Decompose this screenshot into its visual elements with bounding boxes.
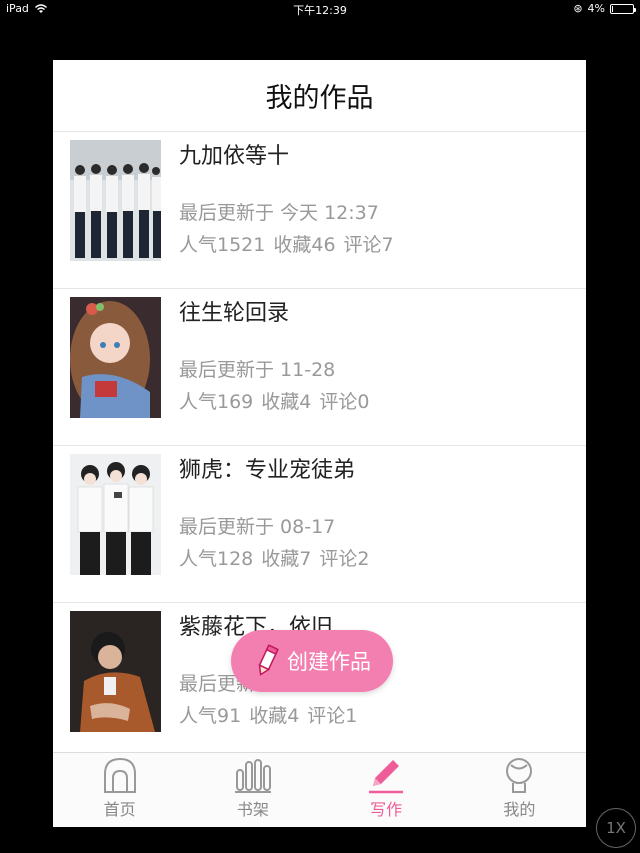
work-updated: 最后更新于 今天 12:37 [179,202,379,224]
tab-profile[interactable]: 我的 [453,753,586,827]
write-icon [369,760,404,794]
pencil-icon [258,644,279,676]
comments-count: 评论0 [319,391,370,413]
tab-write[interactable]: 写作 [320,753,453,827]
status-time: 下午12:39 [293,4,347,17]
portrait-cover [70,611,161,732]
rotation-lock-icon: ⊛ [573,2,583,15]
comments-count: 评论2 [319,548,370,570]
tab-bar: 首页 书架 写作 我的 [53,752,586,827]
tab-label: 书架 [236,800,269,819]
work-stats: 人气169 收藏4 评论0 [179,387,369,414]
create-work-label: 创建作品 [287,650,371,674]
tab-bookshelf[interactable]: 书架 [186,753,319,827]
comments-count: 评论7 [343,234,394,256]
bookshelf-icon [234,759,271,793]
popularity-count: 人气91 [179,705,242,727]
app-window: 我的作品 九加依等十 最后更新于 今天 12:37 人气1521 收藏46 评论… [53,60,586,827]
favorites-count: 收藏7 [261,548,312,570]
work-stats: 人气1521 收藏46 评论7 [179,230,394,257]
status-right: ⊛ 4% [573,2,636,15]
status-bar: iPad 下午12:39 ⊛ 4% [0,0,640,18]
favorites-count: 收藏4 [261,391,312,413]
work-item[interactable]: 九加依等十 最后更新于 今天 12:37 人气1521 收藏46 评论7 [53,132,586,289]
group-photo-cover [70,140,161,261]
favorites-count: 收藏4 [249,705,300,727]
page-title: 我的作品 [53,60,586,132]
work-item[interactable]: 狮虎：专业宠徒弟 最后更新于 08-17 人气128 收藏7 评论2 [53,446,586,603]
work-stats: 人气91 收藏4 评论1 [179,701,357,728]
work-item[interactable]: 往生轮回录 最后更新于 11-28 人气169 收藏4 评论0 [53,289,586,446]
tab-home[interactable]: 首页 [53,753,186,827]
battery-percent: 4% [587,2,605,15]
create-work-button[interactable]: 创建作品 [231,630,393,692]
comments-count: 评论1 [307,705,358,727]
work-updated: 最后更新于 11-28 [179,359,336,381]
work-stats: 人气128 收藏7 评论2 [179,544,369,571]
tab-label: 写作 [370,800,403,819]
work-title: 九加依等十 [179,144,290,169]
work-title: 往生轮回录 [179,301,290,326]
anime-girl-cover [70,297,161,418]
battery-icon [610,3,636,14]
tab-label: 首页 [103,800,136,819]
popularity-count: 人气128 [179,548,254,570]
home-icon [103,757,136,793]
popularity-count: 人气169 [179,391,254,413]
work-title: 狮虎：专业宠徒弟 [179,458,356,483]
zoom-1x-button[interactable]: 1X [596,808,636,848]
favorites-count: 收藏46 [273,234,336,256]
popularity-count: 人气1521 [179,234,266,256]
profile-icon [506,758,533,793]
work-updated: 最后更新于 08-17 [179,516,336,538]
trio-photo-cover [70,454,161,575]
tab-label: 我的 [503,800,536,819]
